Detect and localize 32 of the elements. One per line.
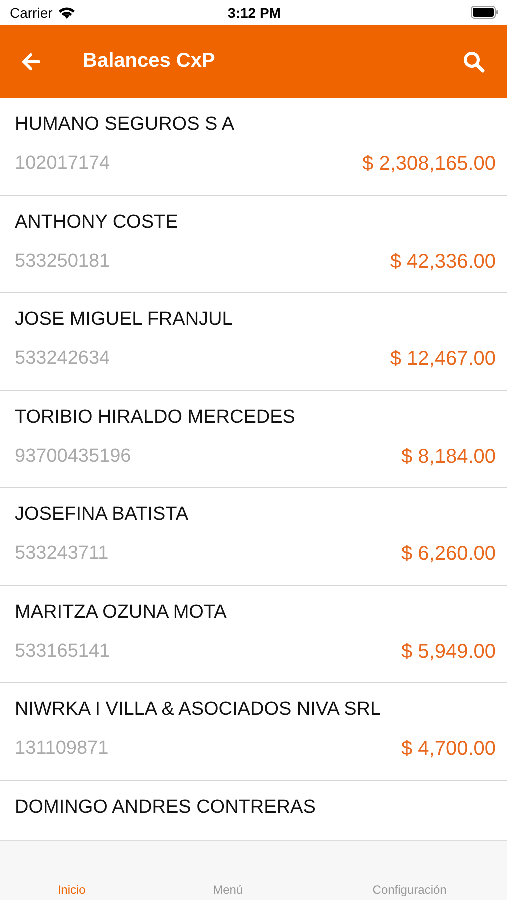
balance-amount: $ 8,184.00 [401, 446, 496, 468]
status-time: 3:12 PM [228, 4, 281, 20]
account-name: MARITZA OZUNA MOTA [15, 600, 228, 624]
balance-amount: $ 2,308,165.00 [362, 153, 496, 175]
account-number: 102017174 [15, 153, 110, 175]
account-number: 533243711 [15, 543, 109, 565]
account-number: 93700435196 [15, 446, 132, 468]
balance-amount: $ 12,467.00 [390, 348, 496, 370]
account-name: NIWRKA I VILLA & ASOCIADOS NIVA SRL [15, 698, 382, 721]
account-number: 533242634 [15, 348, 110, 370]
balance-amount: $ 5,949.00 [401, 640, 496, 662]
battery-icon [470, 6, 499, 19]
account-name: TORIBIO HIRALDO MERCEDES [15, 406, 296, 428]
balance-amount: $ 4,700.00 [401, 738, 496, 760]
screen-title: Balances CxP [83, 50, 216, 73]
balance-row[interactable]: TORIBIO HIRALDO MERCEDES 93700435196 $ 8,184.00 [0, 390, 507, 488]
account-name: DOMINGO ANDRES CONTRERAS [15, 796, 317, 818]
carrier-label: Carrier [10, 4, 53, 20]
account-name: JOSE MIGUEL FRANJUL [15, 308, 234, 331]
balance-row[interactable]: MARITZA OZUNA MOTA 533165141 $ 5,949.00 [0, 586, 507, 683]
balance-amount: $ 42,336.00 [390, 250, 496, 272]
account-name: ANTHONY COSTE [15, 210, 180, 234]
account-number: 131109871 [15, 738, 109, 760]
balance-row[interactable]: ANTHONY COSTE 533250181 $ 42,336.00 [0, 196, 507, 293]
account-name: JOSEFINA BATISTA [15, 503, 190, 526]
balance-amount: $ 6,260.00 [401, 543, 496, 565]
back-arrow-icon[interactable] [21, 52, 41, 70]
account-number: 533165141 [15, 640, 110, 662]
account-number: 533250181 [15, 250, 110, 272]
search-icon[interactable] [463, 50, 485, 72]
account-name: HUMANO SEGUROS S A [15, 113, 236, 136]
wifi-icon [58, 6, 76, 19]
